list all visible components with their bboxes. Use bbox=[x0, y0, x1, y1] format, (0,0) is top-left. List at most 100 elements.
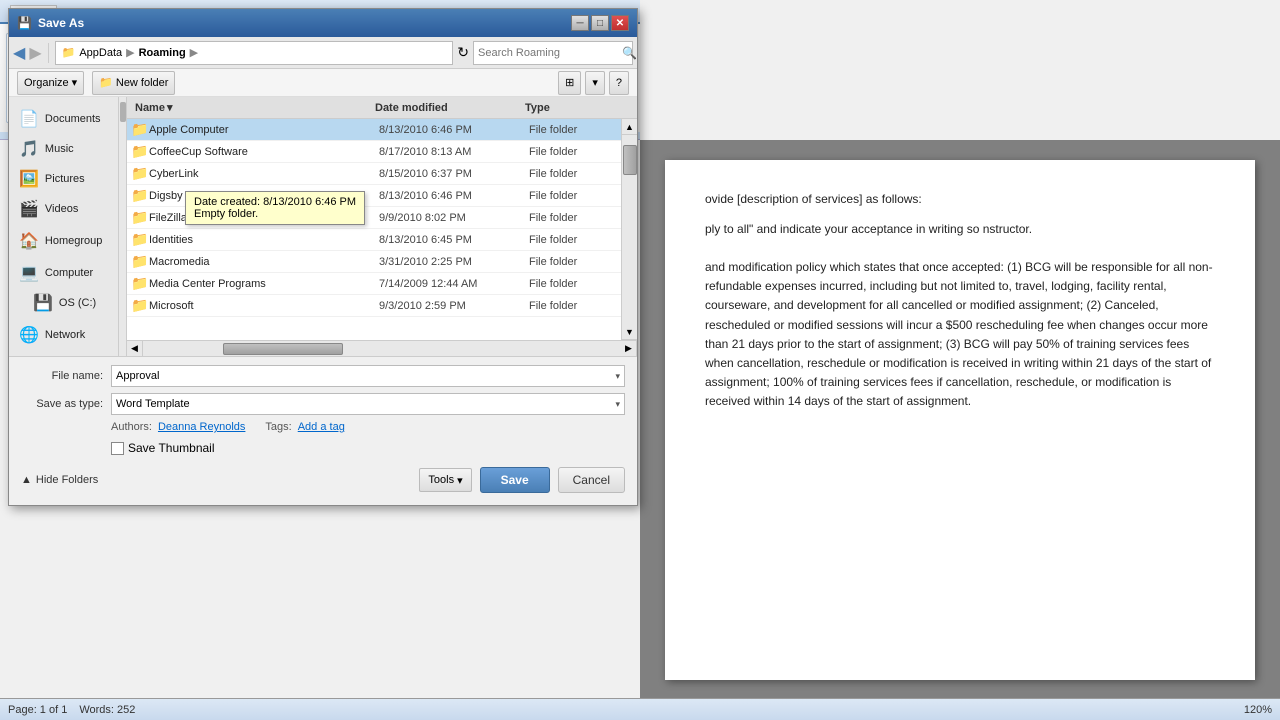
save-type-value: Word Template bbox=[116, 398, 190, 410]
word-count: Words: 252 bbox=[79, 704, 135, 716]
file-type-cell: File folder bbox=[529, 256, 609, 268]
footer-right: Tools ▾ Save Cancel bbox=[419, 467, 625, 493]
file-name-control[interactable]: Approval ▾ bbox=[111, 365, 625, 387]
file-name-row: File name: Approval ▾ bbox=[21, 365, 625, 387]
authors-field: Authors: Deanna Reynolds bbox=[111, 421, 245, 433]
sidebar-item-documents[interactable]: 📄 Documents bbox=[13, 105, 114, 133]
col-header-date[interactable]: Date modified bbox=[371, 102, 521, 114]
file-type-cell: File folder bbox=[529, 278, 609, 290]
maximize-button[interactable]: □ bbox=[591, 15, 609, 31]
horiz-scrollbar[interactable]: ◀ ▶ bbox=[127, 340, 637, 356]
save-type-control[interactable]: Word Template ▾ bbox=[111, 393, 625, 415]
col-header-name[interactable]: Name ▾ bbox=[131, 101, 371, 114]
computer-icon: 💻 bbox=[19, 263, 39, 283]
sidebar-label-network: Network bbox=[45, 329, 85, 341]
meta-row: Authors: Deanna Reynolds Tags: Add a tag bbox=[21, 421, 625, 433]
tools-button[interactable]: Tools ▾ bbox=[419, 468, 471, 492]
sidebar-item-music[interactable]: 🎵 Music bbox=[13, 135, 114, 163]
save-thumbnail-label: Save Thumbnail bbox=[128, 441, 215, 455]
refresh-icon: ↻ bbox=[457, 44, 469, 61]
scroll-up-arrow[interactable]: ▲ bbox=[622, 119, 637, 135]
zoom-level: 120% bbox=[1244, 704, 1272, 716]
file-row[interactable]: 📁 Digsby 8/13/2010 6:46 PM File folder bbox=[127, 185, 637, 207]
file-icon: 📁 bbox=[131, 231, 149, 248]
sidebar-label-homegroup: Homegroup bbox=[45, 235, 102, 247]
hide-folders-button[interactable]: ▲ Hide Folders bbox=[21, 474, 98, 486]
file-icon: 📁 bbox=[131, 275, 149, 292]
authors-value[interactable]: Deanna Reynolds bbox=[158, 421, 245, 433]
scroll-track bbox=[622, 135, 637, 324]
sidebar-scrollbar[interactable] bbox=[119, 97, 127, 356]
dialog-toolbar: ◀ ▶ 📁 AppData ▶ Roaming ▶ ↻ 🔍 bbox=[9, 37, 637, 69]
minimize-button[interactable]: ─ bbox=[571, 15, 589, 31]
save-type-dropdown-arrow[interactable]: ▾ bbox=[615, 399, 620, 410]
file-row[interactable]: 📁 Apple Computer 8/13/2010 6:46 PM File … bbox=[127, 119, 637, 141]
horiz-right-arrow[interactable]: ▶ bbox=[621, 341, 637, 357]
horiz-track bbox=[143, 342, 621, 356]
search-icon: 🔍 bbox=[622, 46, 637, 60]
view-controls: ⊞ ▾ ? bbox=[558, 71, 629, 95]
sidebar-item-computer[interactable]: 💻 Computer bbox=[13, 259, 114, 287]
file-list-header: Name ▾ Date modified Type bbox=[127, 97, 637, 119]
sidebar-item-osc[interactable]: 💾 OS (C:) bbox=[13, 289, 114, 317]
file-name-dropdown-arrow[interactable]: ▾ bbox=[615, 371, 620, 382]
sidebar-label-computer: Computer bbox=[45, 267, 93, 279]
file-row[interactable]: 📁 FileZilla 9/9/2010 8:02 PM File folder bbox=[127, 207, 637, 229]
nav-forward-button[interactable]: ▶ bbox=[29, 43, 41, 63]
nav-back-button[interactable]: ◀ bbox=[13, 43, 25, 63]
col-header-type[interactable]: Type bbox=[521, 102, 601, 114]
file-row[interactable]: 📁 CyberLink 8/15/2010 6:37 PM File folde… bbox=[127, 163, 637, 185]
doc-paragraph-2: ply to all" and indicate your acceptance… bbox=[705, 220, 1215, 238]
refresh-button[interactable]: ↻ bbox=[457, 44, 469, 61]
file-type-cell: File folder bbox=[529, 300, 609, 312]
file-date-cell: 8/17/2010 8:13 AM bbox=[379, 146, 529, 158]
sidebar-item-pictures[interactable]: 🖼️ Pictures bbox=[13, 165, 114, 193]
word-document-area: ovide [description of services] as follo… bbox=[640, 140, 1280, 720]
save-as-dialog-overlay: 💾 Save As ─ □ ✕ ◀ ▶ 📁 AppData ▶ Roaming bbox=[0, 0, 640, 510]
file-list-scrollbar[interactable]: ▲ ▼ bbox=[621, 119, 637, 340]
file-icon: 📁 bbox=[131, 121, 149, 138]
hide-folders-label: Hide Folders bbox=[36, 474, 98, 486]
dialog-sidebar: 📄 Documents 🎵 Music 🖼️ Pictures 🎬 Videos bbox=[9, 97, 119, 356]
search-input[interactable] bbox=[478, 47, 620, 59]
save-button[interactable]: Save bbox=[480, 467, 550, 493]
dialog-body: 📄 Documents 🎵 Music 🖼️ Pictures 🎬 Videos bbox=[9, 97, 637, 356]
file-date-cell: 8/13/2010 6:46 PM bbox=[379, 190, 529, 202]
file-row[interactable]: 📁 CoffeeCup Software 8/17/2010 8:13 AM F… bbox=[127, 141, 637, 163]
view-toggle-button[interactable]: ⊞ bbox=[558, 71, 581, 95]
view-dropdown-button[interactable]: ▾ bbox=[585, 71, 605, 95]
save-thumbnail-checkbox[interactable] bbox=[111, 442, 124, 455]
close-button[interactable]: ✕ bbox=[611, 15, 629, 31]
horiz-left-arrow[interactable]: ◀ bbox=[127, 341, 143, 357]
scroll-down-arrow[interactable]: ▼ bbox=[622, 324, 637, 340]
cancel-button[interactable]: Cancel bbox=[558, 467, 625, 493]
sidebar-item-network[interactable]: 🌐 Network bbox=[13, 321, 114, 349]
path-icon: 📁 bbox=[62, 46, 76, 59]
file-row[interactable]: 📁 Microsoft 9/3/2010 2:59 PM File folder bbox=[127, 295, 637, 317]
file-date-cell: 9/3/2010 2:59 PM bbox=[379, 300, 529, 312]
toolbar-divider bbox=[48, 43, 49, 63]
scroll-thumb bbox=[623, 145, 637, 175]
file-row[interactable]: 📁 Macromedia 3/31/2010 2:25 PM File fold… bbox=[127, 251, 637, 273]
authors-label: Authors: bbox=[111, 421, 152, 433]
help-button[interactable]: ? bbox=[609, 71, 629, 95]
file-name-cell: CoffeeCup Software bbox=[149, 146, 379, 158]
file-row[interactable]: 📁 Media Center Programs 7/14/2009 12:44 … bbox=[127, 273, 637, 295]
path-sep-2: ▶ bbox=[190, 46, 198, 59]
search-box[interactable]: 🔍 bbox=[473, 41, 633, 65]
organize-button[interactable]: Organize ▾ bbox=[17, 71, 84, 95]
footer-left: ▲ Hide Folders bbox=[21, 474, 98, 486]
videos-icon: 🎬 bbox=[19, 199, 39, 219]
path-bar[interactable]: 📁 AppData ▶ Roaming ▶ bbox=[55, 41, 454, 65]
file-name-cell: CyberLink bbox=[149, 168, 379, 180]
tags-value[interactable]: Add a tag bbox=[298, 421, 345, 433]
back-icon: ◀ bbox=[13, 43, 25, 63]
file-name-cell: Apple Computer bbox=[149, 124, 379, 136]
documents-icon: 📄 bbox=[19, 109, 39, 129]
sidebar-item-homegroup[interactable]: 🏠 Homegroup bbox=[13, 227, 114, 255]
sidebar-item-videos[interactable]: 🎬 Videos bbox=[13, 195, 114, 223]
file-icon: 📁 bbox=[131, 253, 149, 270]
file-row[interactable]: 📁 Identities 8/13/2010 6:45 PM File fold… bbox=[127, 229, 637, 251]
tools-label: Tools bbox=[428, 474, 454, 486]
new-folder-button[interactable]: 📁 New folder bbox=[92, 71, 175, 95]
